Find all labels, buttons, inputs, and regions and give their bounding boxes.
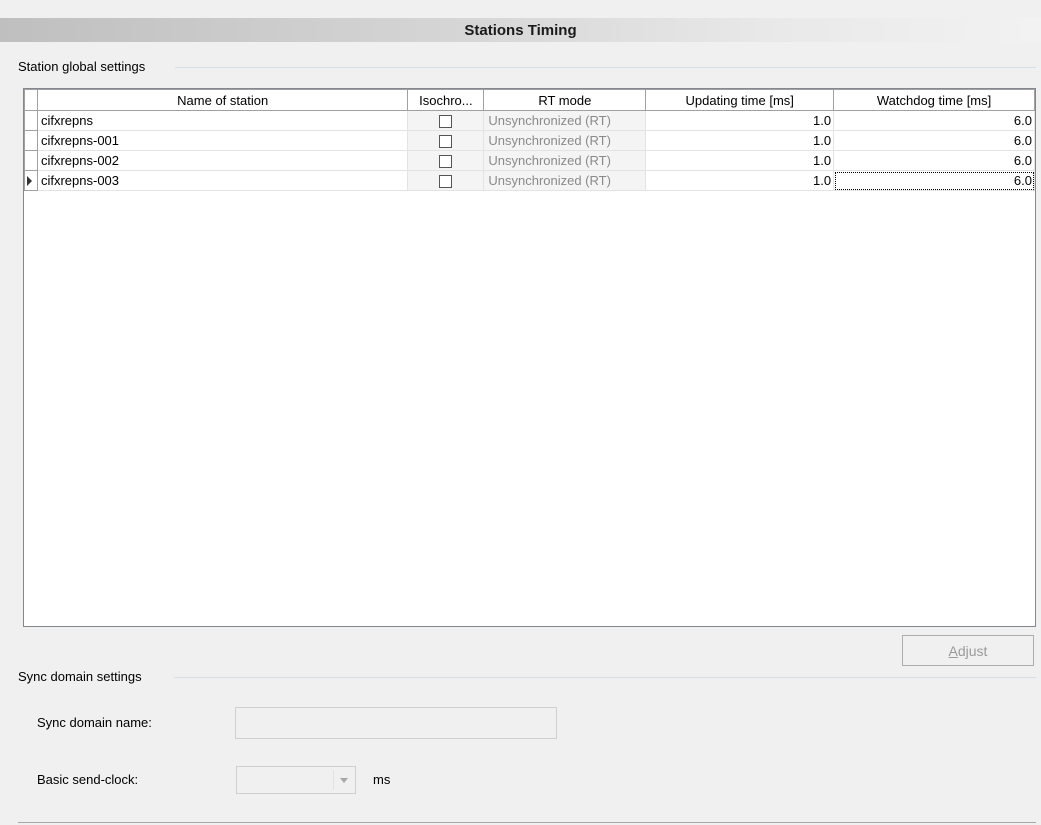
updating-time-cell[interactable]: 1.0 (645, 150, 835, 171)
dropdown-separator (333, 770, 334, 790)
isochronous-checkbox[interactable] (439, 135, 453, 149)
station-group-label: Station global settings (18, 59, 150, 74)
station-name-cell[interactable]: cifxrepns-003 (37, 170, 409, 191)
send-clock-unit: ms (373, 772, 391, 787)
table-row[interactable]: cifxrepns-001 Unsynchronized (RT) 1.0 6.0 (24, 130, 1035, 151)
adjust-label-accel: A (948, 642, 958, 659)
sync-group-label: Sync domain settings (18, 669, 146, 684)
updating-time-cell[interactable]: 1.0 (645, 110, 835, 131)
chevron-down-icon[interactable] (340, 778, 348, 783)
current-row-arrow-icon (27, 176, 32, 186)
isochronous-cell (407, 110, 485, 131)
row-selector[interactable] (24, 130, 38, 151)
stations-grid[interactable]: Name of station Isochro... RT mode Updat… (23, 88, 1036, 627)
table-row[interactable]: cifxrepns Unsynchronized (RT) 1.0 6.0 (24, 110, 1035, 131)
column-header-name[interactable]: Name of station (36, 89, 409, 111)
isochronous-checkbox[interactable] (439, 155, 453, 169)
row-header-corner (24, 89, 38, 111)
column-header-updating-time[interactable]: Updating time [ms] (645, 89, 835, 111)
send-clock-label: Basic send-clock: (37, 772, 139, 787)
panel-title: Stations Timing (464, 21, 577, 39)
bottom-divider (18, 822, 1036, 823)
watchdog-time-cell[interactable]: 6.0 (833, 130, 1035, 151)
updating-time-cell[interactable]: 1.0 (645, 170, 835, 191)
isochronous-cell (407, 150, 485, 171)
watchdog-time-cell[interactable]: 6.0 (833, 150, 1035, 171)
isochronous-cell (407, 130, 485, 151)
watchdog-time-cell[interactable]: 6.0 (833, 110, 1035, 131)
adjust-label-rest: djust (957, 642, 988, 659)
row-selector[interactable] (24, 110, 38, 131)
group-divider (175, 67, 1036, 68)
header-row: Name of station Isochro... RT mode Updat… (24, 89, 1035, 111)
isochronous-checkbox[interactable] (439, 115, 453, 129)
rt-mode-cell: Unsynchronized (RT) (483, 130, 647, 151)
stations-table: Name of station Isochro... RT mode Updat… (24, 89, 1035, 191)
adjust-button: Adjust (902, 635, 1034, 666)
rt-mode-cell: Unsynchronized (RT) (483, 110, 647, 131)
group-divider (174, 677, 1036, 678)
column-header-watchdog-time[interactable]: Watchdog time [ms] (833, 89, 1035, 111)
rt-mode-cell: Unsynchronized (RT) (483, 150, 647, 171)
send-clock-dropdown[interactable] (236, 766, 356, 794)
table-row[interactable]: cifxrepns-002 Unsynchronized (RT) 1.0 6.0 (24, 150, 1035, 171)
watchdog-time-cell[interactable]: 6.0 (833, 170, 1035, 191)
row-selector[interactable] (24, 170, 38, 191)
sync-domain-name-input[interactable] (235, 707, 557, 739)
panel-title-bar: Stations Timing (0, 18, 1041, 42)
rt-mode-cell: Unsynchronized (RT) (483, 170, 647, 191)
column-header-isochronous[interactable]: Isochro... (407, 89, 485, 111)
isochronous-checkbox[interactable] (439, 175, 453, 189)
row-selector[interactable] (24, 150, 38, 171)
column-header-rt-mode[interactable]: RT mode (483, 89, 647, 111)
station-name-cell[interactable]: cifxrepns-002 (37, 150, 409, 171)
updating-time-cell[interactable]: 1.0 (645, 130, 835, 151)
sync-domain-name-label: Sync domain name: (37, 715, 152, 730)
station-name-cell[interactable]: cifxrepns-001 (37, 130, 409, 151)
isochronous-cell (407, 170, 485, 191)
table-row[interactable]: cifxrepns-003 Unsynchronized (RT) 1.0 6.0 (24, 170, 1035, 191)
station-name-cell[interactable]: cifxrepns (37, 110, 409, 131)
